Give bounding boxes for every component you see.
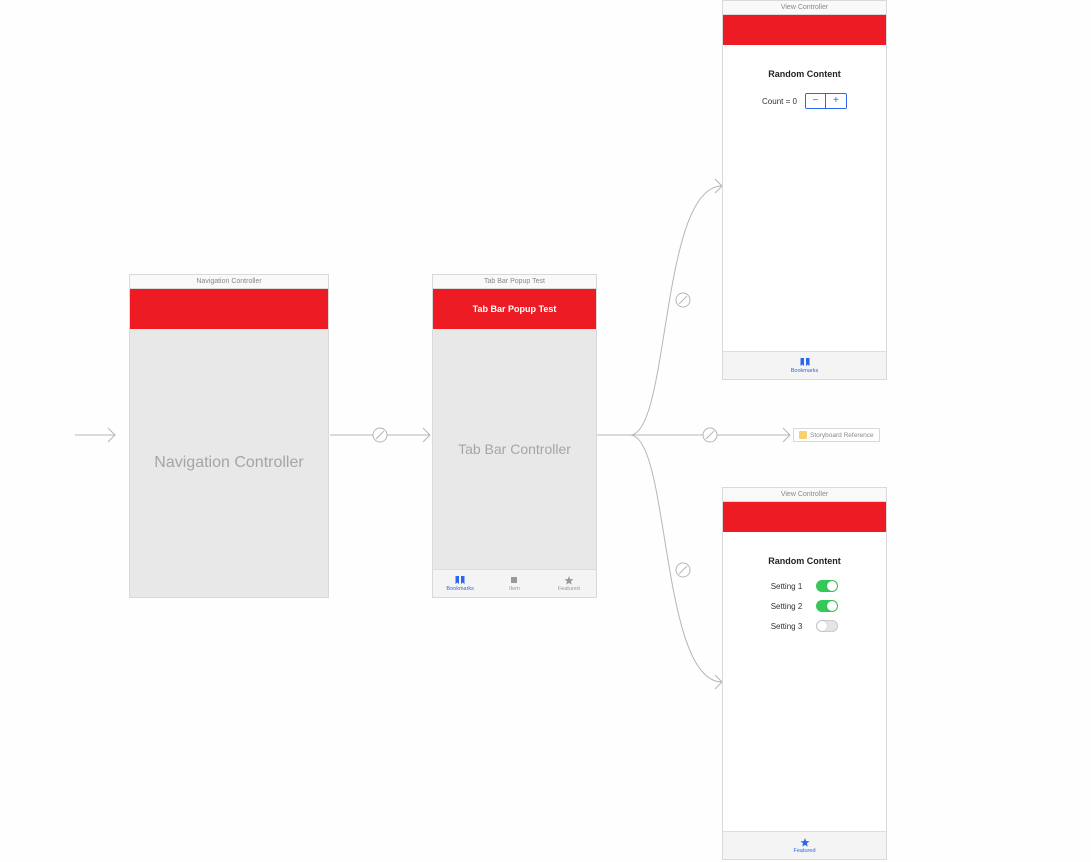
scene-body-label: Tab Bar Controller xyxy=(433,329,596,569)
tab-item-featured[interactable]: Featured xyxy=(542,570,596,597)
tab-item-label: Bookmarks xyxy=(791,368,819,374)
stepper-minus-button[interactable]: − xyxy=(806,94,826,108)
switch-toggle[interactable] xyxy=(816,600,838,612)
stepper-control[interactable]: − + xyxy=(805,93,847,109)
scene-body-label: Navigation Controller xyxy=(130,329,328,597)
scene-tab-bar-controller[interactable]: Tab Bar Popup Test Tab Bar Popup Test Ta… xyxy=(432,274,597,598)
tab-item-bookmarks[interactable]: Bookmarks xyxy=(433,570,487,597)
tab-item-bookmarks[interactable]: Bookmarks xyxy=(723,352,886,379)
count-label: Count = 0 xyxy=(762,97,797,106)
scene-title: View Controller xyxy=(723,488,886,502)
navigation-bar: Tab Bar Popup Test xyxy=(433,289,596,329)
tab-bar: Bookmarks Item Featured xyxy=(433,569,596,597)
tab-bar: Bookmarks xyxy=(723,351,886,379)
bookmarks-icon xyxy=(454,575,466,585)
setting-row-2: Setting 2 xyxy=(771,600,839,612)
count-row: Count = 0 − + xyxy=(762,93,847,109)
content-heading: Random Content xyxy=(768,556,841,566)
navigation-bar xyxy=(130,289,328,329)
setting-label: Setting 3 xyxy=(771,622,803,631)
content-heading: Random Content xyxy=(768,69,841,79)
scene-navigation-controller[interactable]: Navigation Controller Navigation Control… xyxy=(129,274,329,598)
star-icon xyxy=(799,837,811,847)
square-icon xyxy=(508,575,520,585)
scene-title: Tab Bar Popup Test xyxy=(433,275,596,289)
star-icon xyxy=(563,575,575,585)
nav-bar-title: Tab Bar Popup Test xyxy=(473,304,557,314)
navigation-bar xyxy=(723,15,886,45)
storyboard-reference[interactable]: Storyboard Reference xyxy=(793,428,880,442)
setting-label: Setting 2 xyxy=(771,602,803,611)
storyboard-ref-label: Storyboard Reference xyxy=(810,432,874,439)
scene-body: Random Content Setting 1 Setting 2 Setti… xyxy=(723,532,886,831)
switch-toggle[interactable] xyxy=(816,620,838,632)
setting-label: Setting 1 xyxy=(771,582,803,591)
scene-view-controller-settings[interactable]: View Controller Random Content Setting 1… xyxy=(722,487,887,860)
tab-item-label: Featured xyxy=(793,848,815,854)
tab-item-label: Item xyxy=(509,586,520,592)
navigation-bar xyxy=(723,502,886,532)
switch-toggle[interactable] xyxy=(816,580,838,592)
scene-title: View Controller xyxy=(723,1,886,15)
scene-view-controller-count[interactable]: View Controller Random Content Count = 0… xyxy=(722,0,887,380)
bookmarks-icon xyxy=(799,357,811,367)
tab-item-generic[interactable]: Item xyxy=(487,570,541,597)
tab-bar: Featured xyxy=(723,831,886,859)
tab-item-featured[interactable]: Featured xyxy=(723,832,886,859)
stepper-plus-button[interactable]: + xyxy=(826,94,846,108)
scene-body: Random Content Count = 0 − + xyxy=(723,45,886,351)
setting-row-1: Setting 1 xyxy=(771,580,839,592)
tab-item-label: Featured xyxy=(558,586,580,592)
storyboard-icon xyxy=(799,431,807,439)
scene-title: Navigation Controller xyxy=(130,275,328,289)
setting-row-3: Setting 3 xyxy=(771,620,839,632)
tab-item-label: Bookmarks xyxy=(446,586,474,592)
